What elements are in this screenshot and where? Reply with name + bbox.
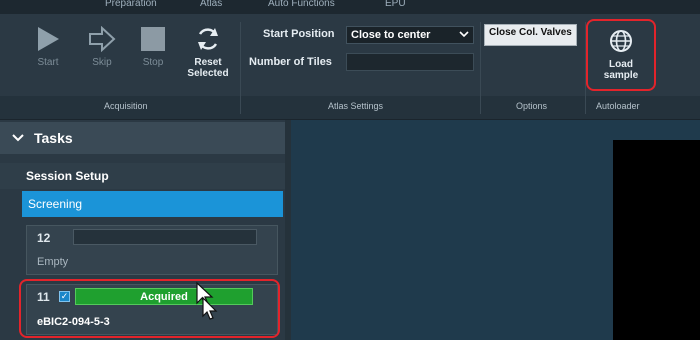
slot-name: Empty xyxy=(37,256,69,268)
number-of-tiles-label: Number of Tiles xyxy=(249,56,332,68)
stop-label: Stop xyxy=(142,57,164,68)
reset-label-line2: Selected xyxy=(187,68,229,79)
group-label-options: Options xyxy=(516,101,548,111)
start-position-label: Start Position xyxy=(263,28,335,40)
tasks-header-label: Tasks xyxy=(34,130,73,146)
tab-auto-functions[interactable]: Auto Functions xyxy=(268,0,335,9)
tab-preparation[interactable]: Preparation xyxy=(105,0,157,9)
start-label: Start xyxy=(37,57,59,68)
chevron-down-icon xyxy=(12,131,24,145)
slot-number: 12 xyxy=(37,231,51,245)
group-label-acquisition: Acquisition xyxy=(104,101,148,111)
tasks-header[interactable]: Tasks xyxy=(0,122,285,154)
group-label-atlas-settings: Atlas Settings xyxy=(328,101,384,111)
group-label-autoloader: Autoloader xyxy=(596,101,640,111)
refresh-icon xyxy=(193,24,223,54)
group-separator xyxy=(480,22,481,114)
skip-label: Skip xyxy=(92,57,112,68)
image-view xyxy=(613,140,700,340)
skip-button[interactable]: Skip xyxy=(85,24,119,68)
start-position-value: Close to center xyxy=(351,29,431,41)
reset-label-line1: Reset xyxy=(194,57,222,68)
group-separator xyxy=(240,22,241,114)
start-button[interactable]: Start xyxy=(31,24,65,68)
stop-button[interactable]: Stop xyxy=(136,24,170,68)
task-session-setup[interactable]: Session Setup xyxy=(0,163,285,189)
task-screening[interactable]: Screening xyxy=(22,191,283,217)
close-column-valves-button[interactable]: Close Col. Valves xyxy=(484,24,577,46)
arrow-right-icon xyxy=(87,24,117,54)
highlight-load-sample xyxy=(586,19,656,91)
slot-status-bar xyxy=(73,229,257,245)
reset-selected-button[interactable]: Reset Selected xyxy=(183,24,233,79)
start-position-select[interactable]: Close to center xyxy=(346,26,474,44)
chevron-down-icon xyxy=(459,29,469,41)
tab-atlas[interactable]: Atlas xyxy=(200,0,222,9)
cassette-slot-12[interactable]: 12 Empty xyxy=(26,225,278,275)
tab-strip: Preparation Atlas Auto Functions EPU xyxy=(0,0,700,14)
mouse-cursor-icon xyxy=(196,281,218,320)
splitter[interactable] xyxy=(285,120,291,340)
tab-epu[interactable]: EPU xyxy=(385,0,406,9)
stop-icon xyxy=(138,24,168,54)
play-icon xyxy=(33,24,63,54)
number-of-tiles-input[interactable] xyxy=(346,53,474,71)
highlight-slot-11 xyxy=(19,279,280,338)
